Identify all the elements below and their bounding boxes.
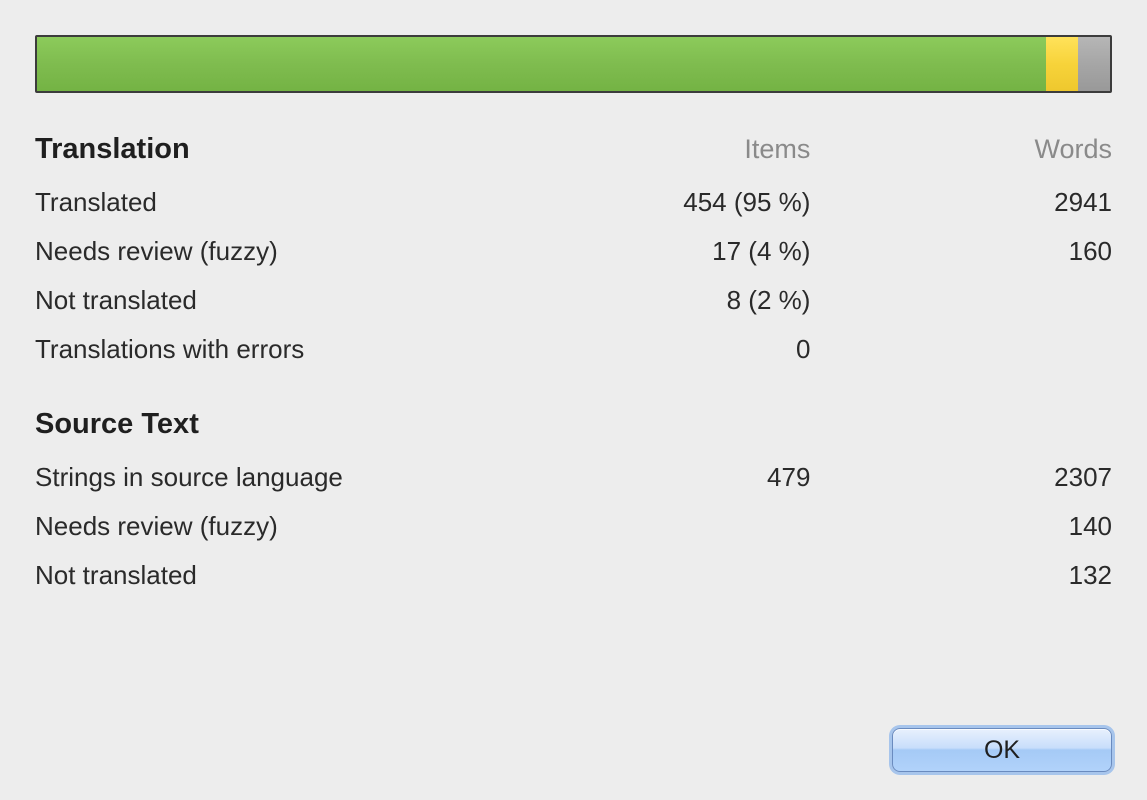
translation-title: Translation xyxy=(35,133,595,166)
row-source-strings: Strings in source language 479 2307 xyxy=(35,453,1112,502)
row-label: Translations with errors xyxy=(35,334,595,365)
row-not-translated: Not translated 8 (2 %) xyxy=(35,276,1112,325)
row-label: Needs review (fuzzy) xyxy=(35,236,595,267)
row-errors: Translations with errors 0 xyxy=(35,325,1112,374)
row-label: Translated xyxy=(35,187,595,218)
ok-button[interactable]: OK xyxy=(892,728,1112,772)
progress-segment-untranslated xyxy=(1078,37,1110,91)
row-items: 17 (4 %) xyxy=(595,236,810,267)
row-words: 132 xyxy=(810,560,1112,591)
row-words: 160 xyxy=(810,236,1112,267)
row-items: 8 (2 %) xyxy=(595,285,810,316)
row-source-not-translated: Not translated 132 xyxy=(35,551,1112,600)
row-label: Strings in source language xyxy=(35,462,595,493)
row-needs-review: Needs review (fuzzy) 17 (4 %) 160 xyxy=(35,227,1112,276)
row-items: 479 xyxy=(595,462,810,493)
source-title: Source Text xyxy=(35,408,595,441)
words-column-header: Words xyxy=(810,134,1112,165)
progress-segment-translated xyxy=(37,37,1046,91)
items-column-header: Items xyxy=(595,134,810,165)
source-section-header: Source Text xyxy=(35,408,1112,441)
progress-bar xyxy=(35,35,1112,93)
row-label: Not translated xyxy=(35,285,595,316)
row-translated: Translated 454 (95 %) 2941 xyxy=(35,178,1112,227)
translation-section-header: Translation Items Words xyxy=(35,133,1112,166)
row-words: 140 xyxy=(810,511,1112,542)
row-words: 2941 xyxy=(810,187,1112,218)
row-label: Needs review (fuzzy) xyxy=(35,511,595,542)
row-items: 0 xyxy=(595,334,810,365)
row-source-fuzzy: Needs review (fuzzy) 140 xyxy=(35,502,1112,551)
progress-segment-fuzzy xyxy=(1046,37,1078,91)
row-label: Not translated xyxy=(35,560,595,591)
row-items: 454 (95 %) xyxy=(595,187,810,218)
row-words: 2307 xyxy=(810,462,1112,493)
